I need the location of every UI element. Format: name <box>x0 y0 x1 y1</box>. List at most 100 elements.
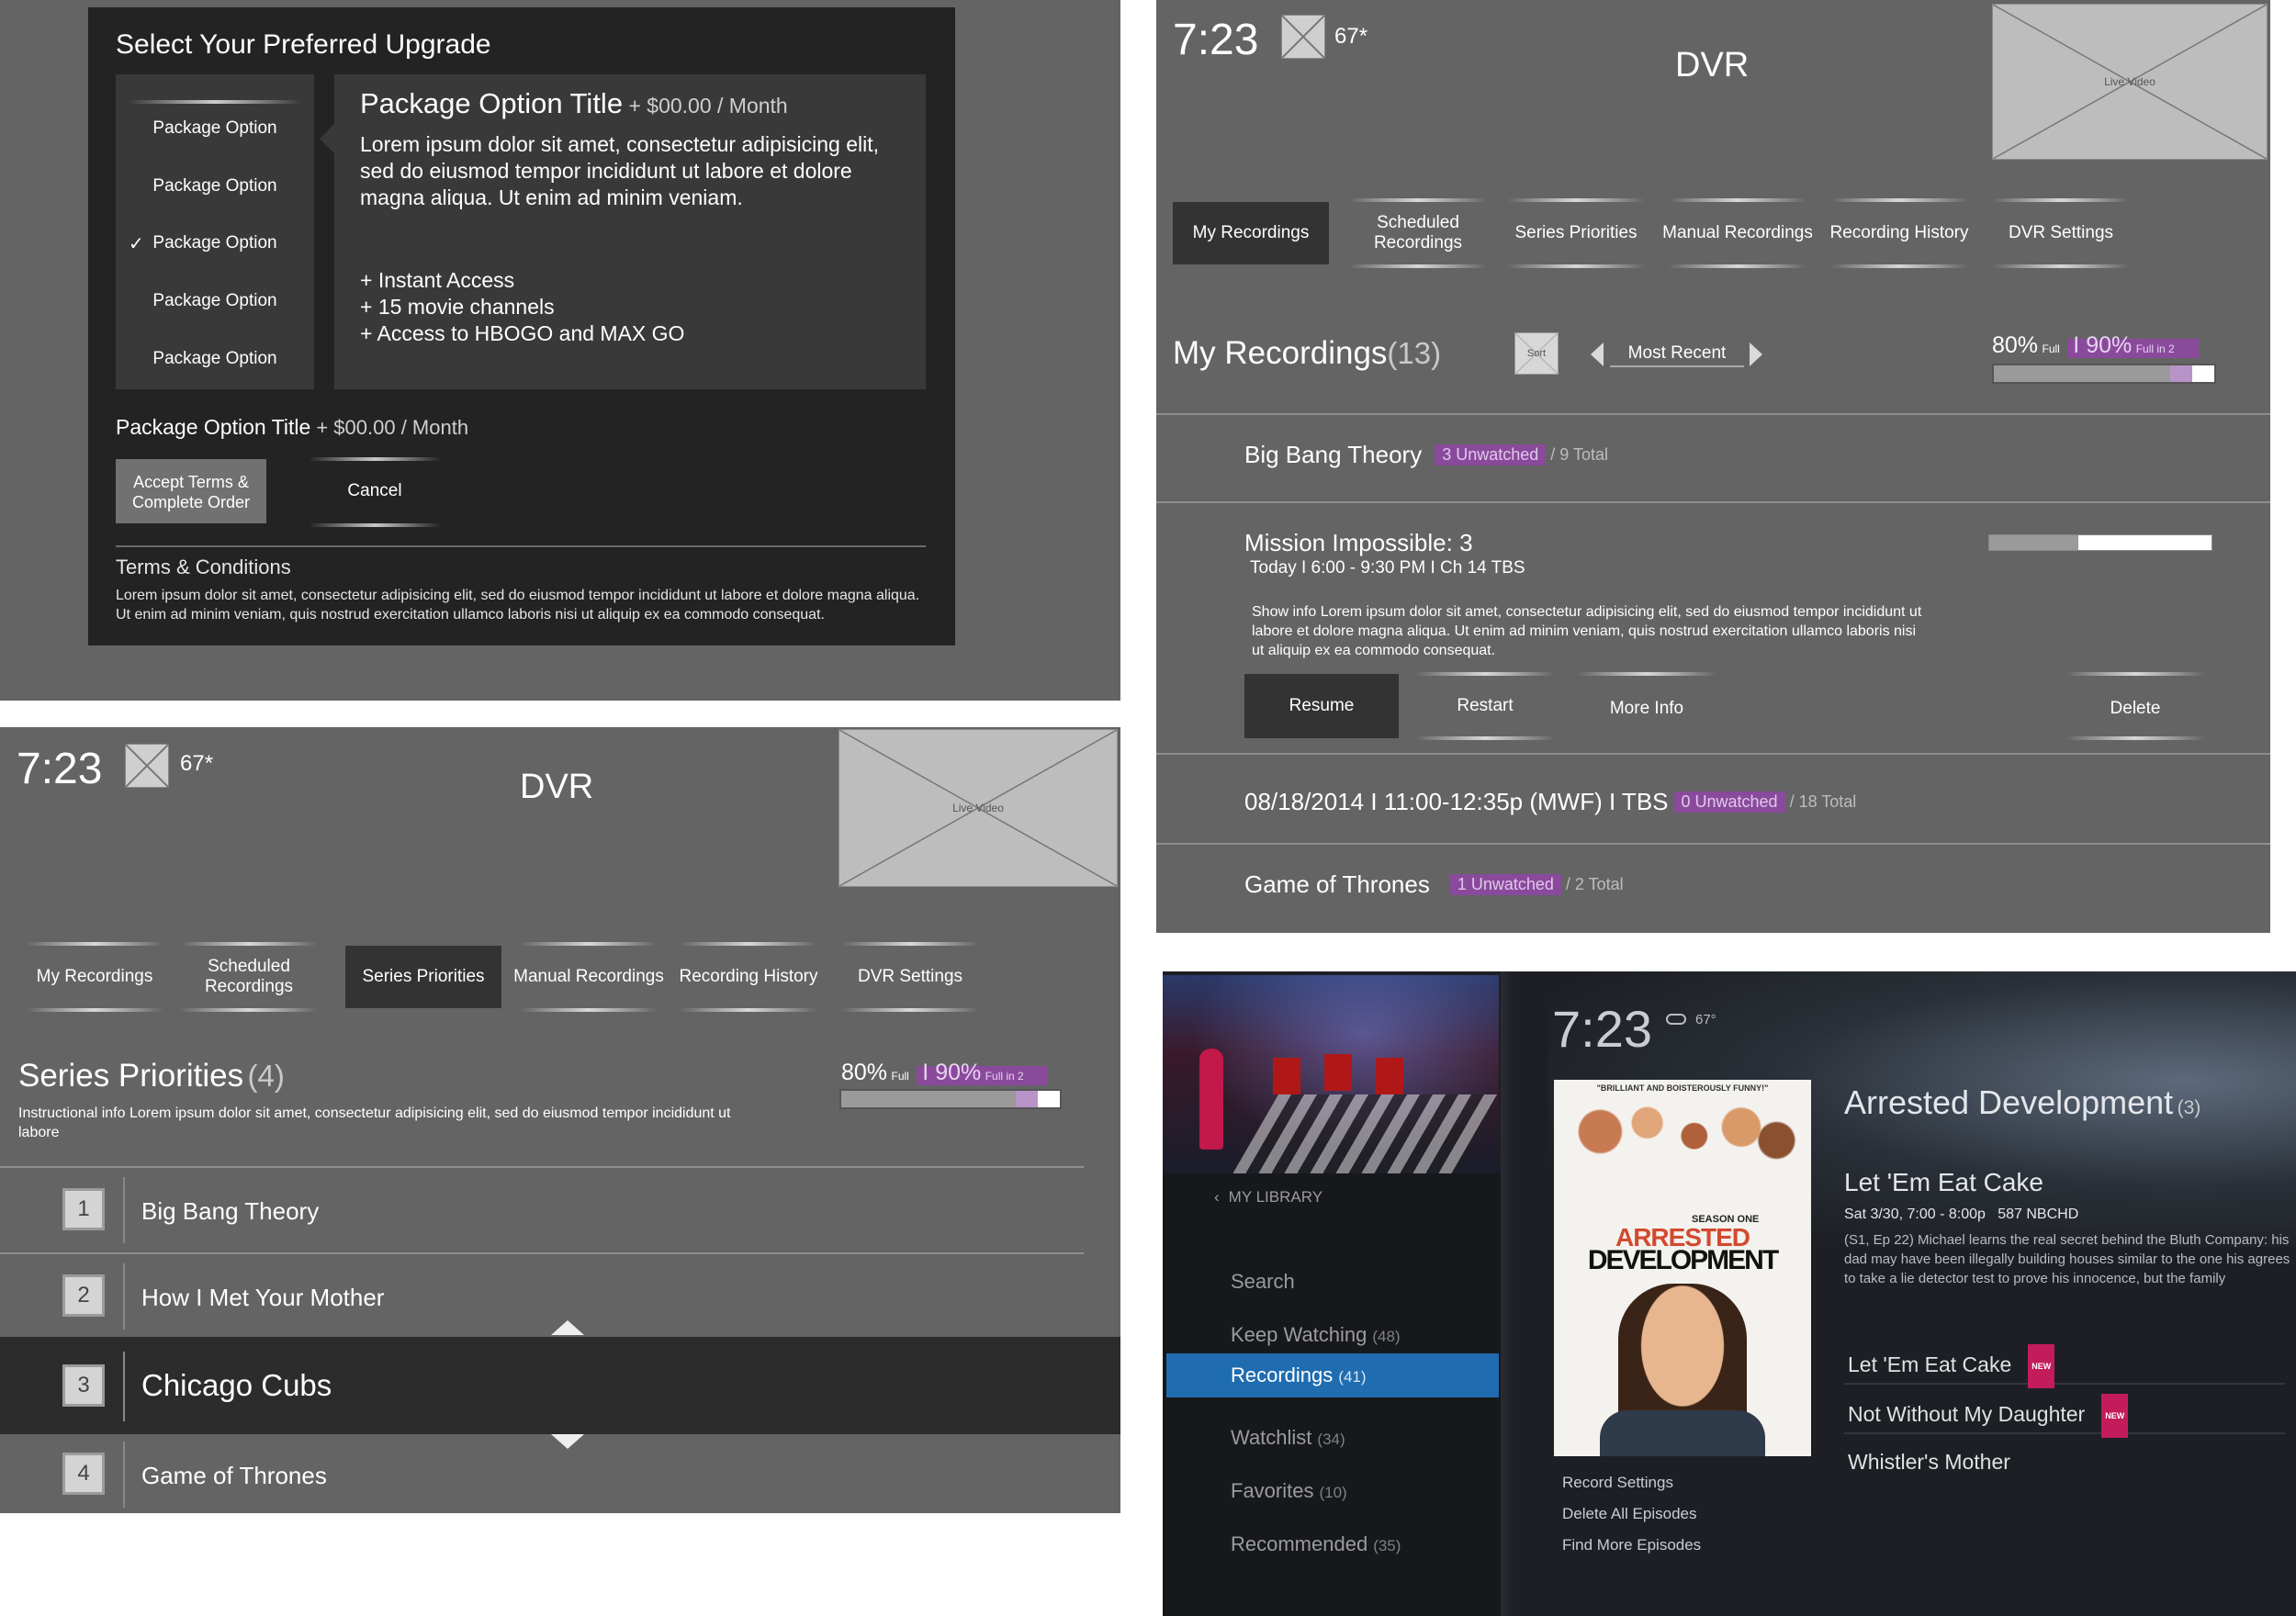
chevron-left-icon: ‹ <box>1214 1188 1220 1206</box>
more-info-button[interactable]: More Info <box>1571 672 1722 738</box>
package-option[interactable]: Package Option <box>116 332 314 386</box>
divider <box>116 545 926 547</box>
summary-price: + $00.00 / Month <box>310 416 469 439</box>
sort-prev-arrow-icon[interactable] <box>1591 342 1604 366</box>
tab-my-recordings[interactable]: My Recordings <box>1173 202 1329 264</box>
tab-series-priorities[interactable]: Series Priorities <box>1498 198 1654 268</box>
menu-item-watchlist[interactable]: Watchlist (34) <box>1163 1420 1501 1456</box>
episode-description: (S1, Ep 22) Michael learns the real secr… <box>1844 1232 2290 1286</box>
recording-schedule: Today I 6:00 - 9:30 PM I Ch 14 TBS <box>1250 558 1525 578</box>
priority-row[interactable]: 1 Big Bang Theory <box>0 1168 1084 1252</box>
rank-badge: 1 <box>62 1188 105 1230</box>
new-badge: NEW <box>2028 1344 2055 1388</box>
section-heading: Series Priorities <box>18 1058 244 1094</box>
delete-all-episodes-link[interactable]: Delete All Episodes <box>1562 1505 1696 1523</box>
rank-badge: 4 <box>62 1453 105 1495</box>
weather-cloud-icon <box>1666 1014 1686 1025</box>
recording-row[interactable]: 08/18/2014 I 11:00-12:35p (MWF) I TBS 0 U… <box>1244 788 1856 816</box>
resume-button[interactable]: Resume <box>1244 674 1399 738</box>
tab-manual-recordings[interactable]: Manual Recordings <box>511 942 667 1012</box>
stage-image <box>1163 975 1499 1173</box>
series-title: Chicago Cubs <box>141 1368 332 1402</box>
upgrade-dialog: Select Your Preferred Upgrade Package Op… <box>88 7 955 645</box>
record-settings-link[interactable]: Record Settings <box>1562 1474 1673 1492</box>
menu-item-recommended[interactable]: Recommended (35) <box>1163 1526 1501 1563</box>
package-option-list: Package Option Package Option ✓ Package … <box>116 74 314 389</box>
menu-item-favorites[interactable]: Favorites (10) <box>1163 1473 1501 1509</box>
recording-row[interactable]: Big Bang Theory 3 Unwatched / 9 Total <box>1244 441 1608 469</box>
episode-meta: Sat 3/30, 7:00 - 8:00p 587 NBCHD <box>1844 1206 2079 1222</box>
summary-title: Package Option Title <box>116 415 311 439</box>
priority-row[interactable]: 2 How I Met Your Mother <box>0 1254 1084 1337</box>
delete-button[interactable]: Delete <box>2060 672 2211 740</box>
back-link[interactable]: ‹ MY LIBRARY <box>1214 1188 1322 1206</box>
watch-progress-bar <box>1988 534 2212 551</box>
package-option[interactable]: Package Option <box>116 160 314 213</box>
tab-manual-recordings[interactable]: Manual Recordings <box>1660 198 1816 268</box>
restart-button[interactable]: Restart <box>1410 672 1560 740</box>
check-icon: ✓ <box>129 233 144 254</box>
clock: 7:23 <box>1552 1000 1652 1058</box>
cancel-button[interactable]: Cancel <box>301 457 448 527</box>
unwatched-badge: 0 Unwatched <box>1673 791 1785 813</box>
tab-recording-history[interactable]: Recording History <box>1821 198 1977 268</box>
package-option[interactable]: Package Option <box>116 275 314 328</box>
tab-dvr-settings[interactable]: DVR Settings <box>832 942 988 1012</box>
tab-recording-history[interactable]: Recording History <box>670 942 827 1012</box>
clock: 7:23 <box>17 745 103 793</box>
package-description: Lorem ipsum dolor sit amet, consectetur … <box>360 132 880 209</box>
tab-my-recordings[interactable]: My Recordings <box>17 942 173 1012</box>
accept-terms-button[interactable]: Accept Terms & Complete Order <box>116 459 266 523</box>
temperature: 67° <box>1695 1012 1716 1027</box>
package-price: + $00.00 / Month <box>623 94 788 118</box>
dialog-title: Select Your Preferred Upgrade <box>116 29 491 60</box>
unwatched-badge: 1 Unwatched <box>1449 874 1561 895</box>
move-up-arrow-icon[interactable] <box>551 1320 584 1335</box>
menu-item-recordings[interactable]: Recordings (41) <box>1166 1353 1499 1397</box>
terms-text: Lorem ipsum dolor sit amet, consectetur … <box>116 588 920 623</box>
weather-icon <box>1281 15 1325 59</box>
expanded-recording: Mission Impossible: 3 Today I 6:00 - 9:3… <box>1156 503 2270 753</box>
series-title: Big Bang Theory <box>141 1197 320 1225</box>
episode-list-item[interactable]: Not Without My Daughter NEW <box>1844 1394 2285 1438</box>
priority-row-selected[interactable]: 3 Chicago Cubs <box>0 1320 1120 1449</box>
priority-row[interactable]: 4 Game of Thrones <box>0 1434 1084 1513</box>
new-badge: NEW <box>2101 1394 2129 1438</box>
clock: 7:23 <box>1173 16 1259 64</box>
sort-button[interactable]: Sort <box>1514 332 1559 375</box>
recordings-count: (13) <box>1387 336 1442 370</box>
library-screen: ‹ MY LIBRARY Search Keep Watching (48) Rec… <box>1163 971 2296 1616</box>
package-option-selected[interactable]: ✓ Package Option <box>116 217 314 270</box>
live-video-thumbnail[interactable]: Live Video <box>838 729 1118 887</box>
recording-info: Show info Lorem ipsum dolor sit amet, co… <box>1252 604 1922 658</box>
storage-indicator: 80% Full I 90% Full in 2 <box>841 1060 1048 1086</box>
find-more-episodes-link[interactable]: Find More Episodes <box>1562 1536 1701 1554</box>
package-option[interactable]: Package Option <box>116 100 314 155</box>
rank-badge: 2 <box>62 1274 105 1317</box>
temperature: 67* <box>1334 24 1368 49</box>
menu-item-keep-watching[interactable]: Keep Watching (48) <box>1163 1317 1501 1353</box>
live-video-thumbnail[interactable]: Live Video <box>1992 4 2268 160</box>
dvr-recordings-screen: 7:23 67* DVR Live Video My Recordings Sc… <box>1156 0 2270 933</box>
sort-next-arrow-icon[interactable] <box>1750 342 1762 366</box>
tab-dvr-settings[interactable]: DVR Settings <box>1983 198 2139 268</box>
storage-indicator: 80% Full I 90% Full in 2 <box>1992 332 2199 359</box>
tab-scheduled-recordings[interactable]: Scheduled Recordings <box>171 942 327 1012</box>
recording-row[interactable]: Game of Thrones 1 Unwatched / 2 Total <box>1244 870 1624 899</box>
tab-scheduled-recordings[interactable]: Scheduled Recordings <box>1340 198 1496 268</box>
episode-list-item[interactable]: Let 'Em Eat Cake NEW <box>1844 1344 2285 1388</box>
show-poster[interactable]: "BRILLIANT AND BOISTEROUSLY FUNNY!" SEAS… <box>1554 1080 1811 1456</box>
episode-count: (3) <box>2177 1097 2201 1118</box>
section-heading: My Recordings <box>1173 335 1388 371</box>
tab-series-priorities[interactable]: Series Priorities <box>345 946 501 1008</box>
sort-value: Most Recent <box>1610 343 1744 367</box>
rank-badge: 3 <box>62 1364 105 1407</box>
menu-item-search[interactable]: Search <box>1163 1263 1501 1300</box>
pointer-arrow <box>320 124 334 153</box>
terms-title: Terms & Conditions <box>116 556 291 578</box>
storage-bar <box>839 1089 1062 1109</box>
recording-title: Mission Impossible: 3 <box>1244 529 1473 556</box>
dvr-priorities-screen: 7:23 67* DVR Live Video My Recordings Sc… <box>0 727 1120 1513</box>
episode-list-item[interactable]: Whistler's Mother <box>1844 1442 2285 1482</box>
episode-title: Let 'Em Eat Cake <box>1844 1168 2043 1196</box>
